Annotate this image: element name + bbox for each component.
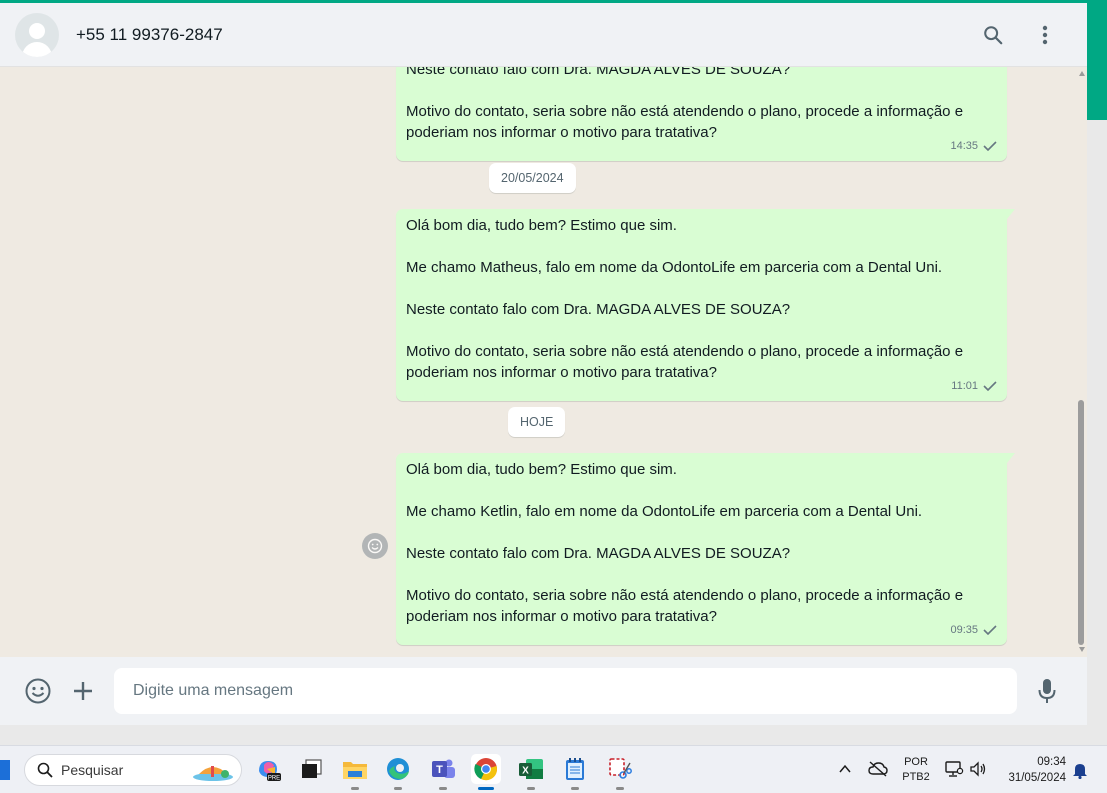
message-text: Me chamo Ketlin, falo em nome da OdontoL… [406, 503, 923, 520]
message-text: Motivo do contato, seria sobre não está … [406, 343, 964, 381]
message-text: Olá bom dia, tudo bem? Estimo que sim. [406, 217, 677, 234]
cloud-offline-icon[interactable] [868, 761, 888, 777]
message-time: 14:35 [950, 139, 978, 152]
search-icon[interactable] [981, 23, 1005, 47]
network-icon[interactable] [944, 760, 964, 778]
window-accent-edge [1087, 0, 1107, 120]
chrome-browser-icon[interactable] [471, 754, 501, 790]
date-divider: 20/05/2024 [489, 163, 576, 193]
scrollbar-thumb[interactable] [1078, 400, 1084, 645]
task-view-icon[interactable] [296, 754, 326, 784]
message-bubble[interactable]: Neste contato falo com Dra. MAGDA ALVES … [396, 67, 1007, 161]
window-bottom-area [0, 725, 1107, 745]
microphone-icon[interactable] [1032, 676, 1062, 706]
message-text: Me chamo Matheus, falo em nome da Odonto… [406, 259, 943, 276]
edge-browser-icon[interactable] [383, 754, 413, 790]
whatsapp-window: +55 11 99376-2847 Neste contato falo com… [0, 3, 1087, 725]
message-text: Motivo do contato, seria sobre não está … [406, 103, 964, 141]
menu-dots-icon[interactable] [1033, 23, 1057, 47]
taskbar-clock[interactable]: 09:34 31/05/2024 [1000, 754, 1066, 786]
search-highlight-icon [193, 766, 233, 781]
taskbar-search[interactable]: Pesquisar [24, 754, 242, 786]
svg-text:X: X [522, 766, 529, 777]
reaction-emoji-icon[interactable] [362, 533, 388, 559]
search-icon [37, 762, 53, 778]
svg-text:PRE: PRE [268, 776, 280, 782]
single-check-icon [983, 625, 997, 635]
excel-icon[interactable]: X [516, 754, 546, 790]
volume-icon[interactable] [969, 761, 987, 777]
teams-icon[interactable]: T [428, 754, 458, 790]
emoji-icon[interactable] [23, 676, 53, 706]
message-bubble[interactable]: Olá bom dia, tudo bem? Estimo que sim. M… [396, 453, 1015, 645]
notification-bell-icon[interactable] [1072, 761, 1088, 779]
message-list[interactable]: Neste contato falo com Dra. MAGDA ALVES … [0, 67, 1087, 657]
plus-icon[interactable] [68, 676, 98, 706]
message-text: Neste contato falo com Dra. MAGDA ALVES … [406, 67, 791, 78]
single-check-icon [983, 141, 997, 151]
windows-taskbar: Pesquisar PRE T X POR PTB2 09:34 31/05/2… [0, 745, 1107, 793]
notepad-icon[interactable] [560, 754, 590, 790]
message-bubble[interactable]: Olá bom dia, tudo bem? Estimo que sim. M… [396, 209, 1015, 401]
date-divider: HOJE [508, 407, 566, 437]
scroll-down-arrow-icon[interactable] [1079, 647, 1085, 652]
message-text: Neste contato falo com Dra. MAGDA ALVES … [406, 301, 791, 318]
contact-name[interactable]: +55 11 99376-2847 [76, 25, 223, 45]
input-language[interactable]: POR PTB2 [900, 755, 932, 785]
message-text: Motivo do contato, seria sobre não está … [406, 587, 964, 625]
windows-start-icon[interactable] [0, 760, 10, 780]
message-text: Neste contato falo com Dra. MAGDA ALVES … [406, 545, 791, 562]
copilot-icon[interactable]: PRE [253, 754, 283, 784]
svg-text:T: T [436, 764, 443, 776]
message-input[interactable] [114, 668, 1017, 714]
single-check-icon [983, 381, 997, 391]
message-time: 09:35 [950, 623, 978, 636]
message-text: Olá bom dia, tudo bem? Estimo que sim. [406, 461, 677, 478]
scroll-up-arrow-icon[interactable] [1079, 71, 1085, 76]
snipping-tool-icon[interactable] [605, 754, 635, 790]
show-hidden-icons-chevron-icon[interactable] [839, 764, 851, 774]
message-time: 11:01 [951, 379, 978, 392]
chat-header: +55 11 99376-2847 [0, 3, 1087, 67]
window-side-area [1087, 120, 1107, 745]
taskbar-search-label: Pesquisar [61, 762, 124, 778]
file-explorer-icon[interactable] [340, 754, 370, 790]
message-composer [0, 657, 1087, 725]
contact-avatar[interactable] [15, 12, 59, 57]
